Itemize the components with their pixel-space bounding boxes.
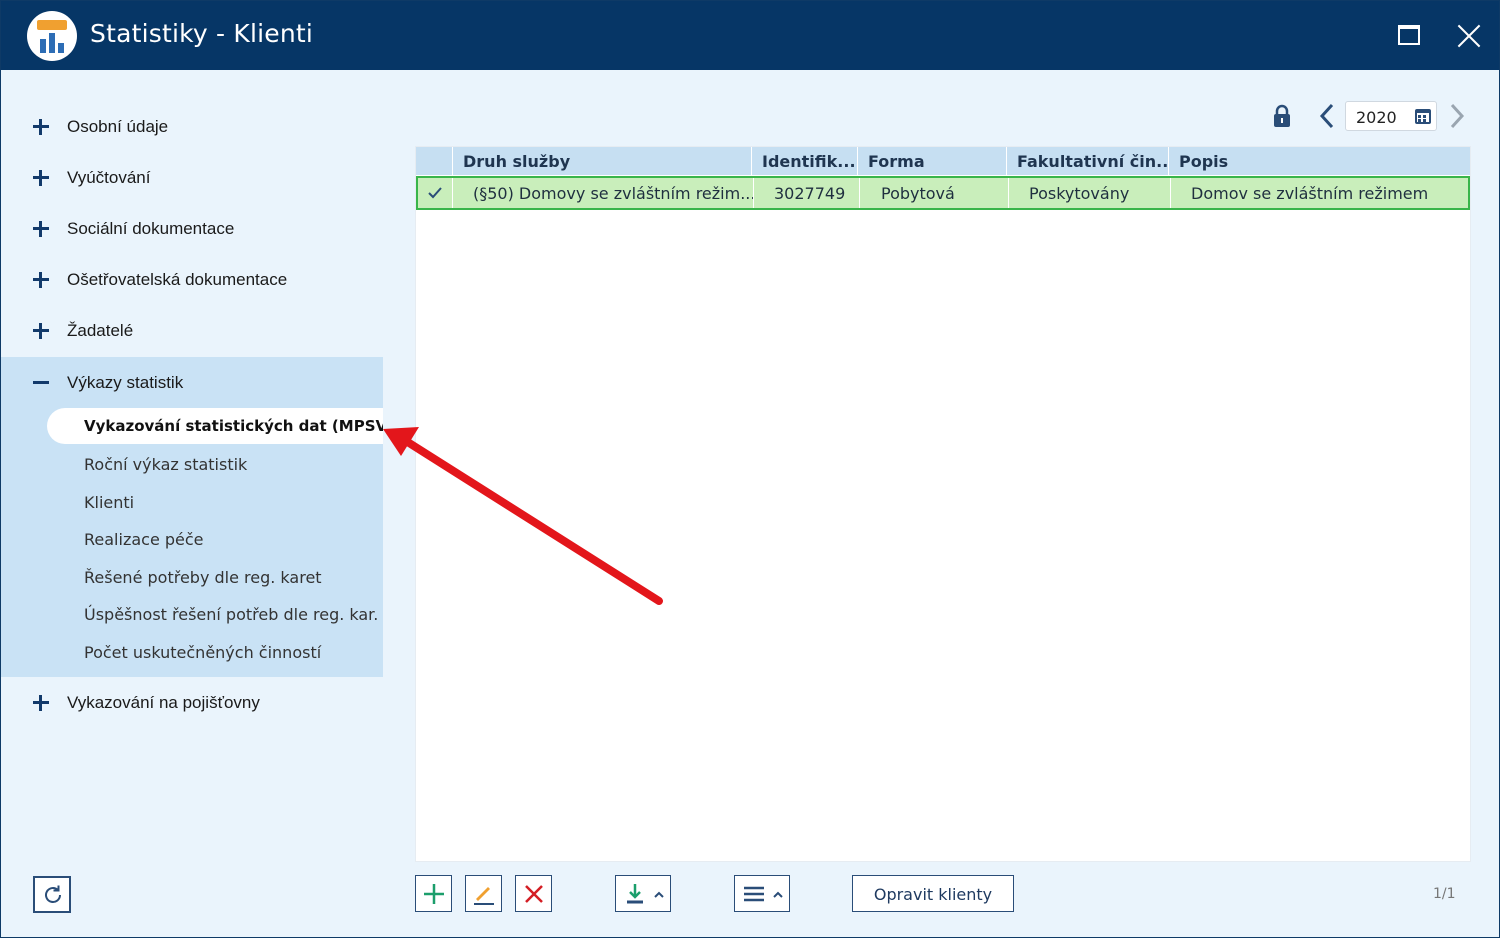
fix-clients-button[interactable]: Opravit klienty — [852, 875, 1014, 912]
statistics-window: Statistiky - Klienti Osobní údaje Vyúčto… — [0, 0, 1500, 938]
subitem-uspesnost-reseni[interactable]: Úspěšnost řešení potřeb dle reg. kar. — [84, 605, 378, 624]
window-title: Statistiky - Klienti — [90, 19, 314, 48]
subitem-klienti[interactable]: Klienti — [84, 493, 134, 512]
header-druh-sluzby[interactable]: Druh služby — [452, 147, 751, 175]
sidebar-item-label: Výkazy statistik — [67, 373, 184, 392]
cell-popis: Domov se zvláštním režimem — [1170, 178, 1468, 208]
table-row[interactable]: (§50) Domovy se zvláštním režim... 30277… — [416, 176, 1470, 210]
row-check-cell[interactable] — [418, 178, 454, 208]
header-forma[interactable]: Forma — [857, 147, 1006, 175]
checkmark-icon — [428, 187, 442, 199]
table-header: Druh služby Identifik... Forma Fakultati… — [416, 147, 1470, 175]
chevron-up-icon — [773, 891, 783, 898]
chevron-up-icon — [654, 891, 664, 898]
title-bar: Statistiky - Klienti — [1, 1, 1499, 70]
edit-button[interactable] — [465, 875, 502, 912]
expand-plus-icon — [31, 218, 51, 238]
next-year-icon[interactable] — [1447, 102, 1467, 130]
year-value: 2020 — [1356, 108, 1397, 127]
close-icon[interactable] — [1452, 19, 1486, 53]
sidebar-item-zadatele[interactable]: Žadatelé — [1, 312, 383, 352]
expand-plus-icon — [31, 167, 51, 187]
delete-button[interactable] — [515, 875, 552, 912]
export-menu-button[interactable] — [615, 875, 671, 912]
menu-button[interactable] — [734, 875, 790, 912]
cell-forma: Pobytová — [859, 178, 1008, 208]
sidebar-item-vykazy-statistik[interactable]: Výkazy statistik — [1, 364, 383, 404]
refresh-icon — [45, 885, 61, 903]
header-check-column — [416, 147, 452, 175]
header-identifikator[interactable]: Identifik... — [751, 147, 857, 175]
header-fakultativni-cinnosti[interactable]: Fakultativní čin... — [1006, 147, 1168, 175]
header-popis[interactable]: Popis — [1168, 147, 1470, 175]
main-panel: 2020 Druh služby Identifik... Forma Faku… — [383, 70, 1499, 937]
cell-fakultativni: Poskytovány — [1008, 178, 1170, 208]
expanded-section-vykazy: Výkazy statistik Vykazování statistickýc… — [1, 357, 394, 677]
sidebar: Osobní údaje Vyúčtování Sociální dokumen… — [1, 70, 394, 937]
subitem-resene-potreby[interactable]: Řešené potřeby dle reg. karet — [84, 568, 322, 587]
refresh-button[interactable] — [33, 876, 71, 913]
menu-lines-icon — [744, 886, 764, 902]
sidebar-item-label: Sociální dokumentace — [67, 219, 235, 238]
calendar-icon[interactable] — [1415, 109, 1431, 124]
sidebar-item-osetrovatelska-dokumentace[interactable]: Ošetřovatelská dokumentace — [1, 261, 383, 301]
maximize-icon[interactable] — [1393, 19, 1427, 53]
expand-plus-icon — [31, 269, 51, 289]
subitem-realizace-pece[interactable]: Realizace péče — [84, 530, 204, 549]
cell-identifikator: 3027749 — [753, 178, 859, 208]
sidebar-item-label: Vykazování na pojišťovny — [67, 693, 260, 712]
previous-year-icon[interactable] — [1317, 102, 1337, 130]
pencil-icon — [474, 887, 494, 905]
sidebar-item-label: Vyúčtování — [67, 168, 151, 187]
page-indicator: 1/1 — [1433, 886, 1456, 902]
sidebar-item-label: Osobní údaje — [67, 117, 169, 136]
add-button[interactable] — [415, 875, 452, 912]
services-table: Druh služby Identifik... Forma Fakultati… — [415, 146, 1471, 862]
sidebar-item-socialni-dokumentace[interactable]: Sociální dokumentace — [1, 210, 383, 250]
expand-plus-icon — [31, 692, 51, 712]
sidebar-item-vykazovani-pojistovny[interactable]: Vykazování na pojišťovny — [1, 684, 383, 724]
subitem-rocni-vykaz[interactable]: Roční výkaz statistik — [84, 455, 247, 474]
plus-icon — [424, 884, 444, 904]
app-logo-icon — [27, 11, 77, 61]
lock-icon[interactable] — [1273, 104, 1291, 128]
expand-plus-icon — [31, 320, 51, 340]
sidebar-item-label: Žadatelé — [67, 321, 134, 340]
sidebar-item-vyuctovani[interactable]: Vyúčtování — [1, 159, 383, 199]
cell-druh-sluzby: (§50) Domovy se zvláštním režim... — [452, 178, 753, 208]
collapse-minus-icon — [31, 372, 51, 392]
year-input[interactable]: 2020 — [1345, 101, 1437, 131]
sidebar-item-label: Ošetřovatelská dokumentace — [67, 270, 288, 289]
expand-plus-icon — [31, 116, 51, 136]
sidebar-item-osobni-udaje[interactable]: Osobní údaje — [1, 108, 383, 148]
subitem-vykazovani-statistickych-dat[interactable]: Vykazování statistických dat (MPSV) — [47, 408, 394, 444]
delete-x-icon — [525, 885, 543, 903]
download-icon — [627, 884, 643, 904]
subitem-pocet-cinnosti[interactable]: Počet uskutečněných činností — [84, 643, 321, 662]
